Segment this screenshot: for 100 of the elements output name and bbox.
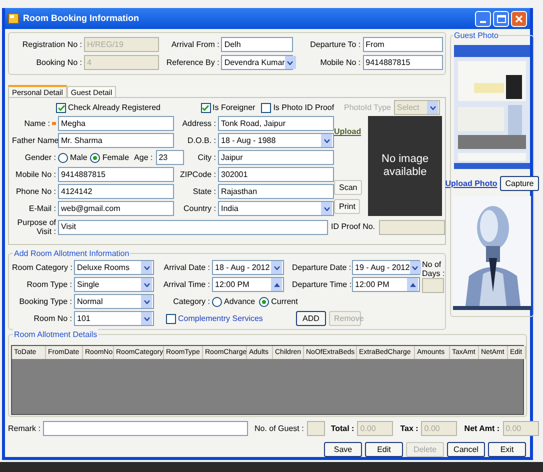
dropdown-button[interactable] — [141, 278, 152, 292]
capture-button[interactable]: Capture — [500, 176, 539, 192]
checkbox[interactable] — [166, 314, 176, 324]
field-label: Remark : — [8, 422, 40, 434]
upload-link[interactable]: Upload — [334, 126, 362, 138]
checkbox-label: Complementry Services — [178, 312, 263, 325]
dropdown[interactable]: 18 - Aug - 2012 — [212, 260, 284, 276]
input-field[interactable]: web@gmail.com — [58, 201, 174, 216]
checkbox-label: Is Foreigner — [212, 102, 256, 114]
maximize-button[interactable] — [493, 10, 509, 27]
field-label: Departure Time : — [292, 278, 352, 291]
field-label: Total : — [330, 422, 354, 434]
field-label: E-Mail : — [28, 202, 57, 215]
field-label: Arrival From : — [170, 38, 220, 51]
action-button[interactable]: Cancel — [447, 442, 485, 457]
dropdown-button[interactable] — [321, 202, 332, 216]
dropdown-button[interactable] — [141, 295, 152, 308]
checkbox-label: Is Photo ID Proof — [273, 102, 334, 114]
field-label: Category : — [172, 296, 211, 308]
chevron-down-icon — [287, 60, 294, 65]
add-button[interactable]: ADD — [296, 311, 326, 326]
input-field[interactable]: 302001 — [218, 167, 334, 182]
chevron-down-icon — [144, 316, 150, 321]
checkbox[interactable] — [200, 102, 210, 113]
dropdown-button[interactable] — [284, 56, 296, 70]
time-picker[interactable]: 12:00 PM — [212, 277, 284, 292]
dropdown[interactable]: 18 - Aug - 1988 — [218, 133, 334, 148]
input-field[interactable]: Jaipur — [218, 150, 334, 166]
field-label: Tax : — [400, 422, 418, 434]
field-label: Net Amt : — [464, 422, 500, 434]
radio-button[interactable] — [90, 152, 100, 163]
dropdown-button[interactable] — [410, 261, 421, 274]
checkmark-icon — [202, 104, 209, 111]
field-label: Booking Type : — [18, 296, 73, 308]
input-field[interactable]: Megha — [58, 116, 174, 132]
input-field[interactable]: 23 — [156, 150, 184, 166]
field-label: Address : — [181, 118, 217, 130]
dropdown[interactable]: 19 - Aug - 2012 — [352, 260, 420, 276]
close-button[interactable] — [511, 10, 527, 27]
input-field[interactable]: 4124142 — [58, 184, 174, 200]
field-label: Room Category : — [12, 262, 74, 274]
required-marker-icon — [52, 122, 56, 126]
input-field[interactable]: Mr. Sharma — [58, 133, 174, 148]
input-field[interactable] — [306, 421, 325, 436]
field-label: Departure To : — [309, 38, 362, 51]
dropdown-button[interactable] — [141, 312, 152, 326]
checkbox-label: Check Already Registered — [68, 102, 160, 114]
close-icon — [515, 14, 523, 23]
no-image-text: No image available — [380, 153, 430, 180]
upload-photo-link[interactable]: Upload Photo — [445, 178, 498, 190]
spin-button[interactable] — [407, 278, 418, 292]
dropdown-button[interactable] — [321, 134, 332, 148]
field-label: Name : — [23, 118, 51, 130]
field-label: Father Name — [12, 134, 58, 147]
input-field[interactable]: 9414887815 — [362, 55, 443, 70]
time-picker[interactable]: 12:00 PM — [352, 277, 420, 292]
radio-button[interactable] — [58, 152, 68, 163]
input-field[interactable]: Rajasthan — [218, 184, 334, 200]
input-field[interactable]: Delh — [221, 37, 294, 52]
field-label: Reference By : — [165, 56, 220, 69]
input-field[interactable]: Tonk Road, Jaipur — [218, 116, 334, 132]
spin-button[interactable] — [271, 278, 282, 292]
field-label: Mobile No : — [14, 168, 57, 181]
group-title: Add Room Allotment Information — [13, 248, 130, 260]
input-field[interactable] — [422, 278, 444, 294]
minimize-button[interactable] — [475, 10, 491, 27]
field-label: Phone No : — [14, 186, 57, 198]
field-label: No of Days : — [422, 260, 446, 278]
action-button[interactable]: Edit — [365, 442, 403, 457]
dropdown[interactable]: 101 — [74, 311, 154, 326]
scan-button[interactable]: Scan — [334, 180, 362, 196]
field-label: City : — [196, 152, 217, 164]
radio-label: Current — [271, 296, 298, 308]
radio-button[interactable] — [212, 296, 222, 307]
dropdown[interactable]: Normal — [74, 294, 154, 310]
print-button[interactable]: Print — [334, 199, 360, 214]
dropdown[interactable]: India — [218, 201, 334, 216]
dropdown[interactable]: Single — [74, 277, 154, 292]
field-label: Country : — [182, 202, 217, 215]
checkbox[interactable] — [261, 102, 272, 113]
input-field[interactable] — [43, 421, 248, 436]
field-label: Gender : — [24, 152, 57, 164]
checkbox[interactable] — [56, 102, 66, 113]
dropdown[interactable]: Devendra Kumar — [221, 55, 294, 70]
action-button[interactable]: Save — [324, 442, 362, 457]
maximize-icon — [496, 14, 506, 23]
chevron-down-icon — [144, 300, 150, 304]
action-button[interactable]: Exit — [488, 442, 526, 457]
radio-label: Male — [70, 152, 88, 164]
field-label: State : — [192, 186, 217, 198]
field-label: PhotoId Type — [344, 102, 392, 114]
field-label: Purpose of Visit : — [16, 218, 57, 236]
input-field[interactable]: Visit — [58, 220, 328, 235]
input-field[interactable]: 9414887815 — [58, 167, 174, 182]
radio-button[interactable] — [259, 296, 270, 307]
input-field[interactable]: From — [362, 37, 443, 52]
dropdown-button[interactable] — [141, 261, 152, 274]
checkmark-icon — [58, 104, 64, 111]
dropdown-button[interactable] — [271, 261, 282, 274]
dropdown[interactable]: Deluxe Rooms — [74, 260, 154, 276]
